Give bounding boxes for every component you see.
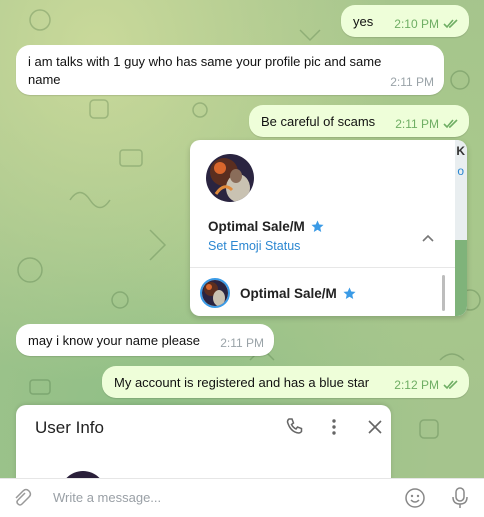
avatar-image xyxy=(206,154,254,202)
user-info-title: User Info xyxy=(35,418,104,437)
edge-subtext: o xyxy=(457,164,464,178)
microphone-icon[interactable] xyxy=(450,486,470,510)
double-check-icon xyxy=(443,19,458,29)
card-scrollbar[interactable] xyxy=(442,275,445,311)
message-bubble-outgoing[interactable]: Be careful of scams 2:11 PM xyxy=(249,105,469,137)
close-icon[interactable] xyxy=(365,417,385,437)
user-info-avatar[interactable] xyxy=(60,471,106,478)
message-text: yes xyxy=(353,14,374,29)
message-bubble-incoming[interactable]: may i know your name please 2:11 PM xyxy=(16,324,274,356)
message-time: 2:11 PM xyxy=(395,117,439,131)
card-divider xyxy=(190,267,467,268)
blue-star-icon xyxy=(343,286,356,299)
message-meta: 2:11 PM xyxy=(395,117,459,131)
account-row[interactable]: Optimal Sale/M xyxy=(200,278,356,308)
message-time: 2:12 PM xyxy=(394,378,439,392)
profile-name: Optimal Sale/M xyxy=(208,219,324,234)
message-text-line2: name xyxy=(28,72,61,87)
blue-star-icon xyxy=(311,220,324,232)
profile-popup-card: Optimal Sale/M Set Emoji Status Optimal … xyxy=(190,140,467,316)
set-emoji-status-link[interactable]: Set Emoji Status xyxy=(208,239,300,253)
message-input[interactable]: Write a message... xyxy=(53,490,161,505)
profile-avatar-large[interactable] xyxy=(206,154,254,202)
double-check-icon xyxy=(443,119,458,129)
message-time: 2:11 PM xyxy=(220,336,264,350)
emoji-icon[interactable] xyxy=(404,487,426,509)
message-text: may i know your name please xyxy=(28,333,200,348)
user-info-panel: User Info xyxy=(16,405,391,478)
edge-green-panel xyxy=(455,240,467,316)
account-avatar xyxy=(200,278,230,308)
more-vertical-icon[interactable] xyxy=(324,417,344,437)
message-text: Be careful of scams xyxy=(261,114,376,129)
message-composer: Write a message... xyxy=(0,478,484,517)
paperclip-icon[interactable] xyxy=(12,488,32,508)
message-bubble-outgoing[interactable]: yes 2:10 PM xyxy=(341,5,469,37)
account-name: Optimal Sale/M xyxy=(240,286,356,301)
message-text: My account is registered and has a blue … xyxy=(114,375,370,390)
background-window-edge: K o xyxy=(455,140,467,316)
message-meta: 2:12 PM xyxy=(394,378,459,392)
edge-text: K xyxy=(456,144,465,158)
message-meta: 2:10 PM xyxy=(394,17,459,31)
message-bubble-incoming[interactable]: i am talks with 1 guy who has same your … xyxy=(16,45,444,95)
message-text-line1: i am talks with 1 guy who has same your … xyxy=(28,54,382,69)
phone-icon[interactable] xyxy=(284,417,304,437)
chevron-up-icon[interactable] xyxy=(421,232,435,246)
message-time: 2:10 PM xyxy=(394,17,439,31)
message-bubble-outgoing[interactable]: My account is registered and has a blue … xyxy=(102,366,469,398)
chat-background: yes 2:10 PM i am talks with 1 guy who ha… xyxy=(0,0,484,478)
double-check-icon xyxy=(443,380,458,390)
message-time: 2:11 PM xyxy=(390,75,434,89)
